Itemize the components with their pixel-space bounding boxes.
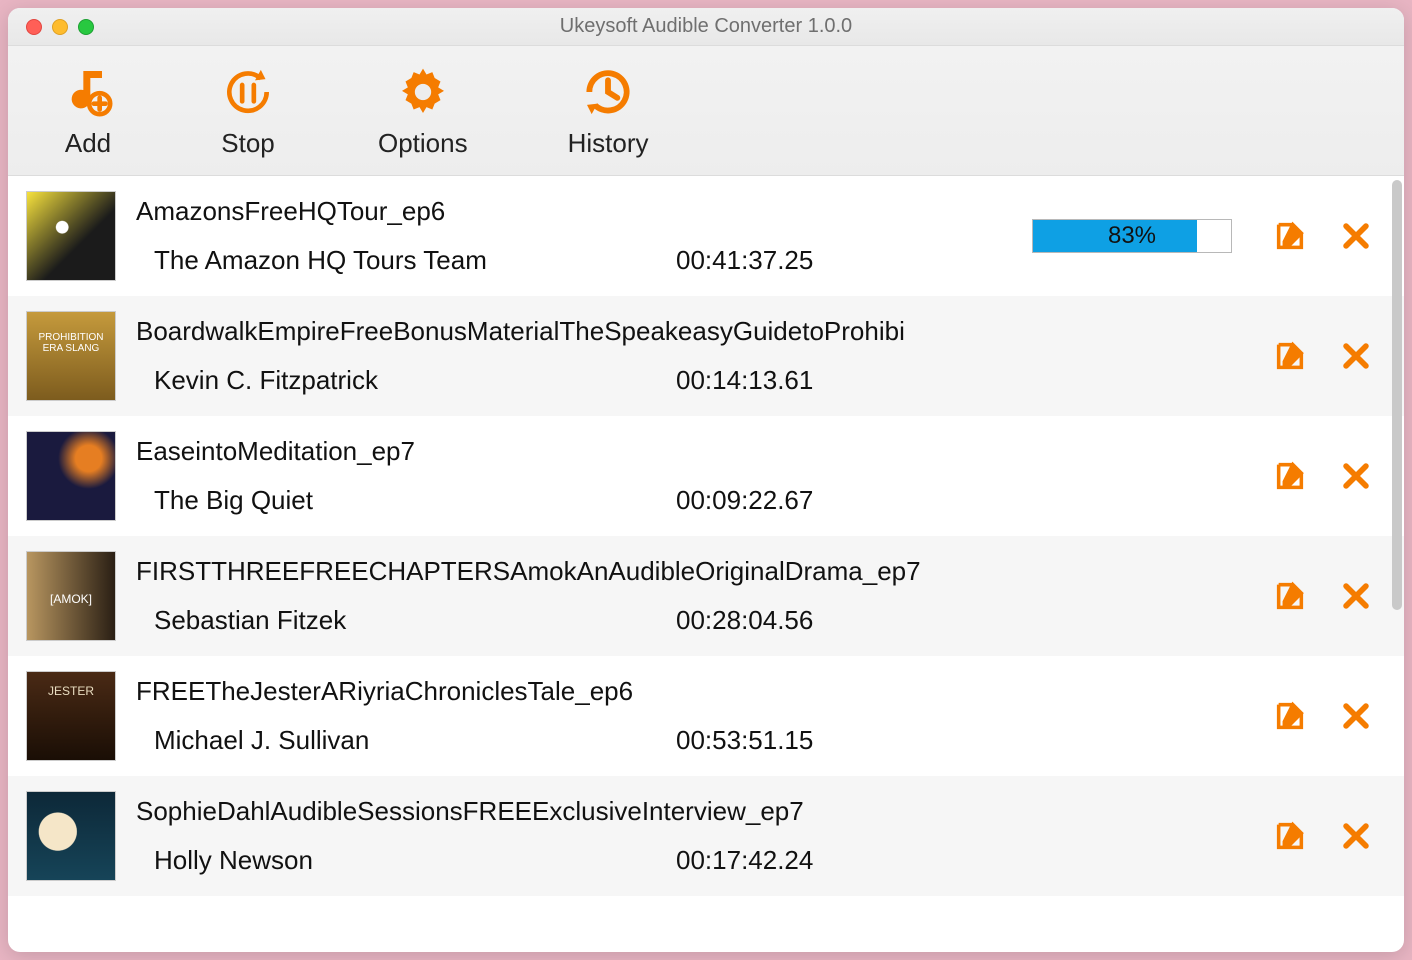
- item-info: FREETheJesterARiyriaChroniclesTale_ep6 M…: [136, 676, 1012, 756]
- music-add-icon: [58, 62, 118, 122]
- conversion-list: AmazonsFreeHQTour_ep6 The Amazon HQ Tour…: [8, 176, 1404, 952]
- scrollbar[interactable]: [1392, 180, 1402, 610]
- history-icon: [578, 62, 638, 122]
- row-actions: [1252, 218, 1374, 254]
- edit-button[interactable]: [1272, 338, 1308, 374]
- item-artist: Kevin C. Fitzpatrick: [136, 365, 676, 396]
- item-artist: Holly Newson: [136, 845, 676, 876]
- row-actions: [1252, 818, 1374, 854]
- item-title: FIRSTTHREEFREECHAPTERSAmokAnAudibleOrigi…: [136, 556, 1012, 587]
- item-duration: 00:28:04.56: [676, 605, 813, 636]
- cover-thumbnail: [26, 311, 116, 401]
- item-duration: 00:41:37.25: [676, 245, 813, 276]
- remove-button[interactable]: [1338, 698, 1374, 734]
- options-button[interactable]: Options: [378, 62, 468, 159]
- item-title: EaseintoMeditation_ep7: [136, 436, 1012, 467]
- list-item[interactable]: SophieDahlAudibleSessionsFREEExclusiveIn…: [8, 776, 1404, 896]
- item-title: AmazonsFreeHQTour_ep6: [136, 196, 1012, 227]
- cover-thumbnail: [26, 551, 116, 641]
- item-info: FIRSTTHREEFREECHAPTERSAmokAnAudibleOrigi…: [136, 556, 1012, 636]
- item-info: AmazonsFreeHQTour_ep6 The Amazon HQ Tour…: [136, 196, 1012, 276]
- list-item[interactable]: FIRSTTHREEFREECHAPTERSAmokAnAudibleOrigi…: [8, 536, 1404, 656]
- item-info: BoardwalkEmpireFreeBonusMaterialTheSpeak…: [136, 316, 1012, 396]
- stop-button[interactable]: Stop: [218, 62, 278, 159]
- row-actions: [1252, 458, 1374, 494]
- item-artist: Michael J. Sullivan: [136, 725, 676, 756]
- item-title: BoardwalkEmpireFreeBonusMaterialTheSpeak…: [136, 316, 1012, 347]
- toolbar: Add Stop Options: [8, 46, 1404, 176]
- minimize-window-button[interactable]: [52, 19, 68, 35]
- cover-thumbnail: [26, 791, 116, 881]
- item-artist: The Amazon HQ Tours Team: [136, 245, 676, 276]
- item-artist: The Big Quiet: [136, 485, 676, 516]
- gear-icon: [393, 62, 453, 122]
- item-duration: 00:53:51.15: [676, 725, 813, 756]
- item-info: SophieDahlAudibleSessionsFREEExclusiveIn…: [136, 796, 1012, 876]
- row-actions: [1252, 578, 1374, 614]
- progress-bar: 83%: [1032, 219, 1232, 253]
- stop-label: Stop: [221, 128, 275, 159]
- remove-button[interactable]: [1338, 218, 1374, 254]
- progress-cell: 83%: [1032, 219, 1232, 253]
- row-actions: [1252, 338, 1374, 374]
- remove-button[interactable]: [1338, 818, 1374, 854]
- cover-thumbnail: [26, 431, 116, 521]
- refresh-stop-icon: [218, 62, 278, 122]
- item-title: FREETheJesterARiyriaChroniclesTale_ep6: [136, 676, 1012, 707]
- cover-thumbnail: [26, 191, 116, 281]
- list-item[interactable]: FREETheJesterARiyriaChroniclesTale_ep6 M…: [8, 656, 1404, 776]
- list-item[interactable]: EaseintoMeditation_ep7 The Big Quiet 00:…: [8, 416, 1404, 536]
- row-actions: [1252, 698, 1374, 734]
- list-item[interactable]: AmazonsFreeHQTour_ep6 The Amazon HQ Tour…: [8, 176, 1404, 296]
- edit-button[interactable]: [1272, 218, 1308, 254]
- window-title: Ukeysoft Audible Converter 1.0.0: [8, 15, 1404, 38]
- item-duration: 00:09:22.67: [676, 485, 813, 516]
- app-window: Ukeysoft Audible Converter 1.0.0 Add: [8, 8, 1404, 952]
- add-button[interactable]: Add: [58, 62, 118, 159]
- edit-button[interactable]: [1272, 458, 1308, 494]
- history-button[interactable]: History: [568, 62, 649, 159]
- edit-button[interactable]: [1272, 818, 1308, 854]
- item-title: SophieDahlAudibleSessionsFREEExclusiveIn…: [136, 796, 1012, 827]
- remove-button[interactable]: [1338, 458, 1374, 494]
- progress-text: 83%: [1033, 220, 1231, 252]
- close-window-button[interactable]: [26, 19, 42, 35]
- remove-button[interactable]: [1338, 338, 1374, 374]
- cover-thumbnail: [26, 671, 116, 761]
- item-info: EaseintoMeditation_ep7 The Big Quiet 00:…: [136, 436, 1012, 516]
- add-label: Add: [65, 128, 111, 159]
- maximize-window-button[interactable]: [78, 19, 94, 35]
- item-artist: Sebastian Fitzek: [136, 605, 676, 636]
- remove-button[interactable]: [1338, 578, 1374, 614]
- edit-button[interactable]: [1272, 578, 1308, 614]
- item-duration: 00:17:42.24: [676, 845, 813, 876]
- options-label: Options: [378, 128, 468, 159]
- titlebar: Ukeysoft Audible Converter 1.0.0: [8, 8, 1404, 46]
- list-item[interactable]: BoardwalkEmpireFreeBonusMaterialTheSpeak…: [8, 296, 1404, 416]
- history-label: History: [568, 128, 649, 159]
- traffic-lights: [8, 19, 94, 35]
- edit-button[interactable]: [1272, 698, 1308, 734]
- item-duration: 00:14:13.61: [676, 365, 813, 396]
